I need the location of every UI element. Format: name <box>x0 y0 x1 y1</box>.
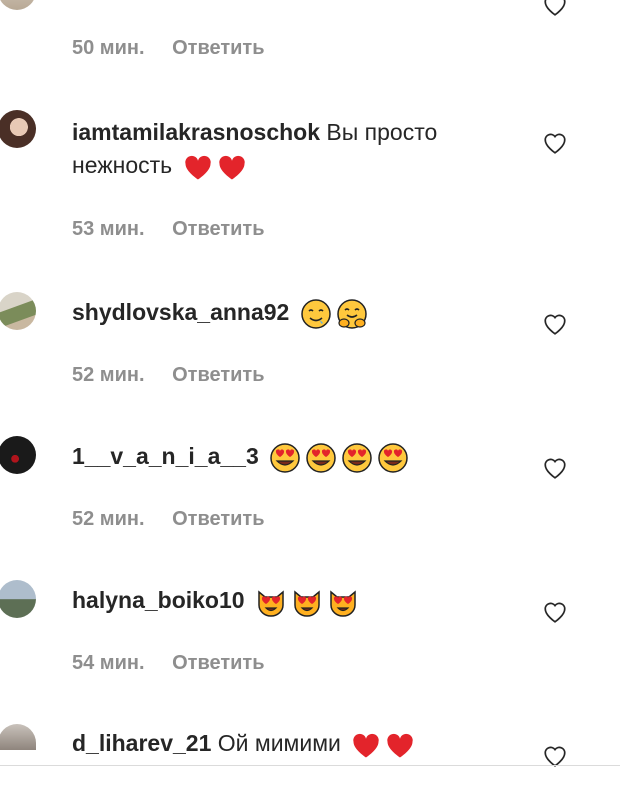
divider <box>0 765 620 766</box>
reply-button[interactable]: Ответить <box>172 364 264 386</box>
comment-meta: 52 мин. Ответить <box>72 508 265 531</box>
red-heart-icon <box>184 155 211 180</box>
comment-username[interactable]: 1__v_a_n_i_a__3 <box>72 443 259 469</box>
red-heart-icon <box>218 155 245 180</box>
heart-icon[interactable] <box>542 743 568 767</box>
drooling-face-icon <box>300 299 331 329</box>
heart-eyes-cat-icon <box>258 590 284 617</box>
heart-icon[interactable] <box>542 130 568 154</box>
comment-meta: 53 мин. Ответить <box>72 218 265 241</box>
reply-button[interactable]: Ответить <box>172 37 264 59</box>
avatar[interactable] <box>0 0 36 10</box>
comment-meta: 50 мин. Ответить <box>72 37 265 60</box>
avatar[interactable] <box>0 110 36 148</box>
hugging-face-icon <box>336 299 367 329</box>
reply-button[interactable]: Ответить <box>172 652 264 674</box>
avatar[interactable] <box>0 292 36 330</box>
comment-body: iamtamilakrasnoschok Вы просто нежность <box>72 116 532 182</box>
comment-time: 52 мин. <box>72 364 145 386</box>
reply-button[interactable]: Ответить <box>172 508 264 530</box>
comment-time: 53 мин. <box>72 218 145 240</box>
comment-time: 50 мин. <box>72 37 145 59</box>
red-heart-icon <box>353 733 379 758</box>
comment-meta: 52 мин. Ответить <box>72 364 265 387</box>
heart-eyes-cat-icon <box>294 590 320 617</box>
comment-time: 54 мин. <box>72 652 145 674</box>
comment-body: shydlovska_anna92 <box>72 296 532 330</box>
red-heart-icon <box>387 733 413 758</box>
reply-button[interactable]: Ответить <box>172 218 264 240</box>
comment-time: 52 мин. <box>72 508 145 530</box>
heart-icon[interactable] <box>542 455 568 479</box>
heart-eyes-cat-icon <box>330 590 356 617</box>
heart-eyes-icon <box>306 443 336 473</box>
comment-text: Ой мимими <box>217 730 341 756</box>
comment-username[interactable]: iamtamilakrasnoschok <box>72 119 320 145</box>
avatar[interactable] <box>0 580 36 618</box>
comment-username[interactable]: shydlovska_anna92 <box>72 299 289 325</box>
comment-body: 1__v_a_n_i_a__3 <box>72 440 532 474</box>
comment-body: halyna_boiko10 <box>72 584 532 618</box>
comment-username[interactable]: halyna_boiko10 <box>72 587 245 613</box>
heart-eyes-icon <box>270 443 300 473</box>
heart-icon[interactable] <box>542 599 568 623</box>
comment-meta: 54 мин. Ответить <box>72 652 265 675</box>
avatar[interactable] <box>0 724 36 750</box>
comment-body: d_liharev_21 Ой мимими <box>72 727 532 760</box>
heart-icon[interactable] <box>542 311 568 335</box>
comment-username[interactable]: d_liharev_21 <box>72 730 211 756</box>
heart-eyes-icon <box>378 443 408 473</box>
avatar[interactable] <box>0 436 36 474</box>
heart-eyes-icon <box>342 443 372 473</box>
heart-icon[interactable] <box>542 0 568 16</box>
